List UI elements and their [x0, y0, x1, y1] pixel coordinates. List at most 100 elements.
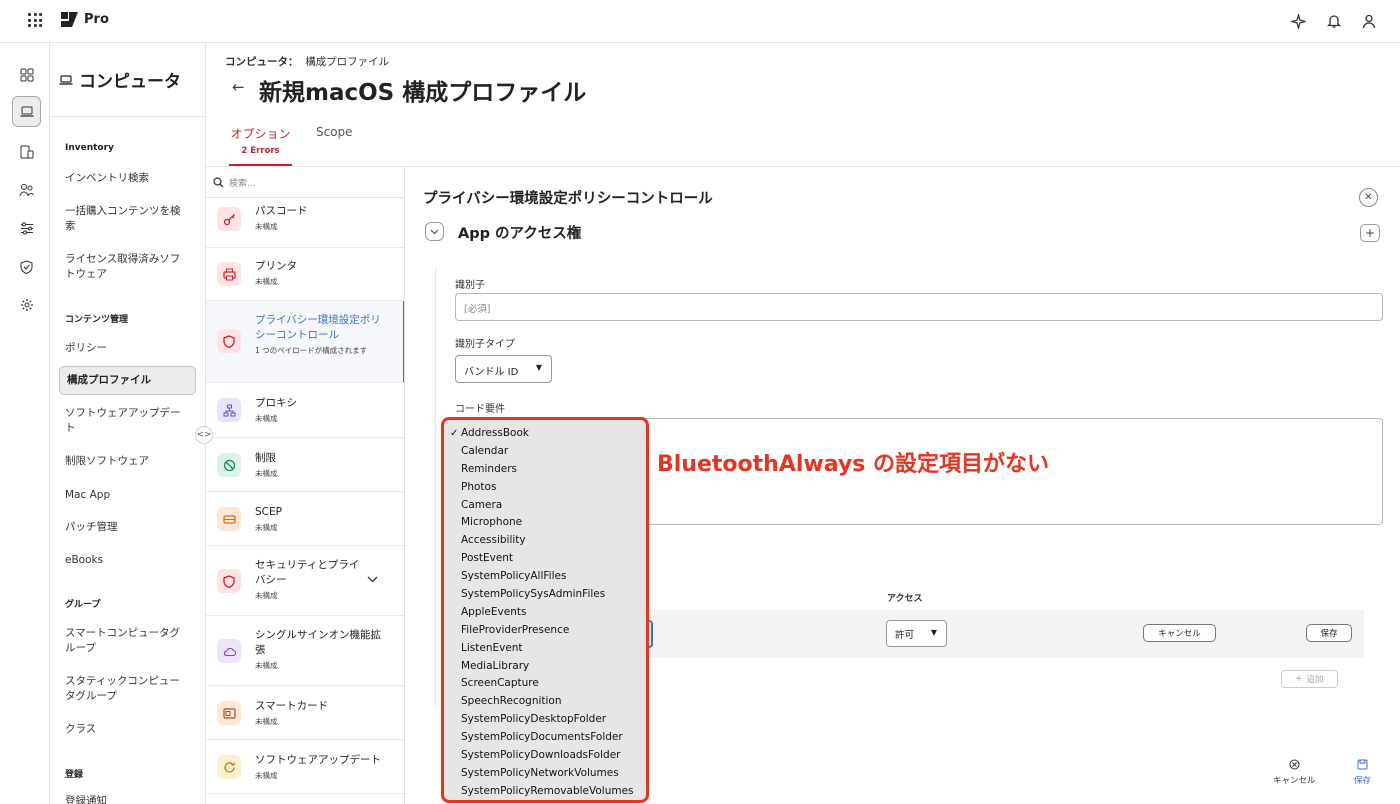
nav-item-inventory-search[interactable]: インベントリ検索	[59, 171, 196, 186]
close-icon[interactable]: ✕	[1359, 188, 1378, 207]
payload-status: 未構成	[255, 591, 278, 600]
collapse-nav-icon[interactable]: <>	[195, 426, 213, 444]
identifier-type-label: 識別子タイプ	[455, 339, 515, 350]
identifier-input[interactable]: [必須]	[455, 293, 1383, 321]
nav-item-static-groups[interactable]: スタティックコンピュータグループ	[59, 674, 196, 704]
dropdown-option[interactable]: SpeechRecognition	[444, 693, 646, 711]
footer-cancel-label: キャンセル	[1273, 776, 1316, 786]
chevron-down-icon[interactable]	[367, 576, 378, 583]
shield-icon	[217, 569, 241, 593]
payload-name: パスコード	[255, 205, 308, 217]
code-requirement-label: コード要件	[455, 404, 505, 415]
caret-down-icon: ▼	[535, 363, 542, 372]
payload-item-passcode[interactable]: パスコード 未構成	[206, 198, 404, 248]
nav-title: コンピュータ	[59, 67, 181, 92]
footer-cancel-button[interactable]: キャンセル	[1273, 759, 1316, 786]
nav-section-enrollment: 登録	[65, 770, 84, 780]
row-save-button[interactable]: 保存	[1306, 624, 1352, 642]
payload-search-input[interactable]: 検索...	[206, 167, 404, 198]
nav-item-restricted-software[interactable]: 制限ソフトウェア	[59, 454, 196, 469]
payload-name: SCEP	[255, 506, 282, 518]
back-arrow-icon[interactable]: ←	[232, 78, 245, 96]
settings-sliders-icon[interactable]	[12, 213, 41, 244]
dropdown-option[interactable]: MediaLibrary	[444, 658, 646, 676]
gear-icon[interactable]	[12, 289, 41, 320]
payload-item-restrictions[interactable]: 制限 未構成	[206, 438, 404, 492]
dropdown-option[interactable]: SystemPolicyRemovableVolumes	[444, 783, 646, 801]
nav-item-software-update[interactable]: ソフトウェアアップデート	[59, 406, 196, 436]
cancel-circle-icon	[1289, 759, 1300, 770]
add-button-label: 追加	[1306, 675, 1324, 685]
payload-item-pppc[interactable]: プライバシー環境設定ポリシーコントロール 1 つのペイロードが構成されます	[206, 301, 404, 383]
brand-name: Pro	[84, 12, 109, 27]
nav-item-ebooks[interactable]: eBooks	[59, 553, 196, 568]
dropdown-option[interactable]: Camera	[444, 497, 646, 515]
bell-icon[interactable]	[1324, 11, 1344, 31]
dashboard-icon[interactable]	[12, 59, 41, 90]
payload-item-software-update[interactable]: ソフトウェアアップデート 未構成	[206, 740, 404, 794]
nav-item-classes[interactable]: クラス	[59, 722, 196, 737]
access-select[interactable]: 許可 ▼	[886, 620, 947, 647]
nav-item-licensed-software[interactable]: ライセンス取得済みソフトウェア	[59, 252, 196, 282]
dropdown-option[interactable]: SystemPolicyDownloadsFolder	[444, 747, 646, 765]
dropdown-option[interactable]: FileProviderPresence	[444, 622, 646, 640]
dropdown-option[interactable]: Photos	[444, 479, 646, 497]
nav-item-config-profiles[interactable]: 構成プロファイル	[59, 366, 196, 395]
add-button[interactable]: + 追加	[1281, 670, 1338, 688]
users-icon[interactable]	[12, 174, 41, 205]
app-grid-icon[interactable]	[28, 13, 42, 27]
row-cancel-button[interactable]: キャンセル	[1143, 624, 1216, 642]
chevron-down-icon[interactable]	[425, 222, 444, 241]
access-column-header: アクセス	[887, 594, 923, 604]
dropdown-option[interactable]: SystemPolicySysAdminFiles	[444, 586, 646, 604]
network-icon	[217, 398, 241, 422]
payload-name: 制限	[255, 452, 276, 464]
nav-item-vpp-search[interactable]: 一括購入コンテンツを検索	[59, 204, 196, 234]
dropdown-option[interactable]: Microphone	[444, 514, 646, 532]
payload-item-printer[interactable]: プリンタ 未構成	[206, 248, 404, 301]
payload-item-sso-extension[interactable]: シングルサインオン機能拡張 未構成	[206, 616, 404, 686]
dropdown-option[interactable]: ListenEvent	[444, 640, 646, 658]
add-icon[interactable]: +	[1360, 224, 1380, 242]
tab-options[interactable]: オプション 2 Errors	[229, 125, 292, 167]
dropdown-option[interactable]: PostEvent	[444, 550, 646, 568]
nav-item-patch-management[interactable]: パッチ管理	[59, 520, 196, 535]
payload-status: 未構成	[255, 277, 278, 286]
nav-section-groups: グループ	[65, 600, 101, 610]
payload-status: 未構成	[255, 414, 278, 423]
dropdown-option[interactable]: SystemPolicyNetworkVolumes	[444, 765, 646, 783]
dropdown-option[interactable]: SystemPolicyDesktopFolder	[444, 711, 646, 729]
sparkle-icon[interactable]	[1288, 11, 1308, 31]
payload-status: 未構成	[255, 469, 278, 478]
payload-name: プライバシー環境設定ポリシーコントロール	[255, 314, 381, 341]
payload-name: セキュリティとプライバシー	[255, 559, 360, 586]
nav-item-mac-app[interactable]: Mac App	[59, 488, 196, 503]
plus-icon: +	[1295, 674, 1303, 684]
subsection-title: App のアクセス権	[458, 226, 582, 242]
computer-icon[interactable]	[12, 96, 41, 127]
dropdown-option[interactable]: ScreenCapture	[444, 675, 646, 693]
payload-item-smartcard[interactable]: スマートカード 未構成	[206, 686, 404, 740]
devices-icon[interactable]	[12, 136, 41, 167]
user-icon[interactable]	[1359, 11, 1379, 31]
footer-save-button[interactable]: 保存	[1354, 759, 1371, 786]
payload-item-scep[interactable]: SCEP 未構成	[206, 492, 404, 546]
dropdown-option[interactable]: SystemPolicyDocumentsFolder	[444, 729, 646, 747]
access-value: 許可	[895, 630, 915, 641]
dropdown-option[interactable]: Calendar	[444, 443, 646, 461]
payload-item-security-privacy[interactable]: セキュリティとプライバシー 未構成	[206, 546, 404, 616]
laptop-icon	[59, 74, 73, 85]
dropdown-option[interactable]: AppleEvents	[444, 604, 646, 622]
payload-item-proxy[interactable]: プロキシ 未構成	[206, 383, 404, 438]
shield-check-icon[interactable]	[12, 251, 41, 282]
dropdown-option[interactable]: Reminders	[444, 461, 646, 479]
nav-item-policies[interactable]: ポリシー	[59, 341, 196, 356]
dropdown-option[interactable]: Accessibility	[444, 532, 646, 550]
nav-item-enrollment-notify[interactable]: 登録通知	[59, 794, 196, 804]
tab-scope[interactable]: Scope	[316, 125, 353, 139]
identifier-type-select[interactable]: バンドル ID ▼	[455, 355, 552, 383]
nav-item-smart-groups[interactable]: スマートコンピュータグループ	[59, 626, 196, 656]
breadcrumb-root[interactable]: コンピュータ：	[225, 56, 299, 68]
dropdown-option[interactable]: ✓ AddressBook	[444, 425, 646, 443]
dropdown-option[interactable]: SystemPolicyAllFiles	[444, 568, 646, 586]
